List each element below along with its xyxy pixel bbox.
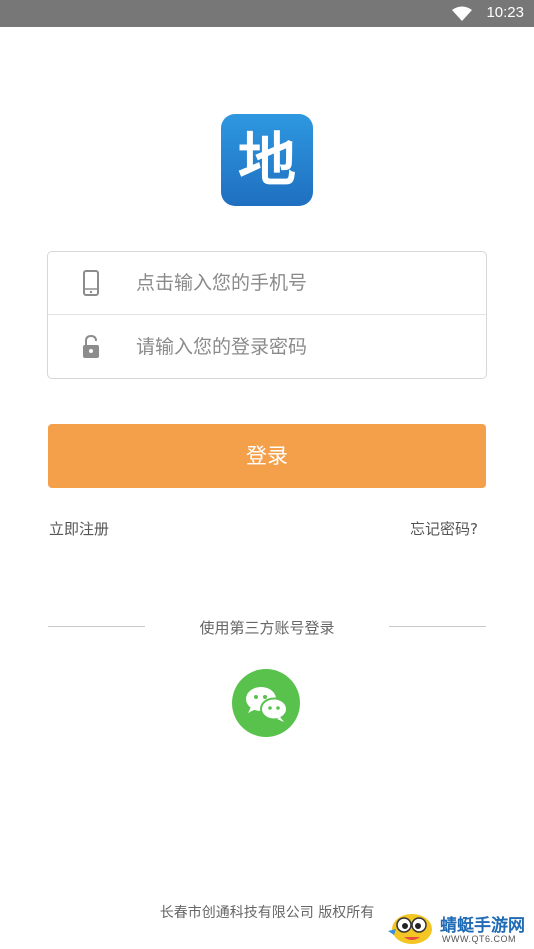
phone-icon — [80, 269, 102, 297]
forgot-password-link[interactable]: 忘记密码? — [410, 518, 478, 539]
phone-input[interactable] — [136, 252, 466, 314]
watermark-text: 蜻蜓手游网 — [440, 916, 525, 936]
dragonfly-mascot-icon — [388, 914, 432, 944]
status-time: 10:23 — [486, 4, 524, 21]
third-party-login-label: 使用第三方账号登录 — [199, 619, 335, 637]
password-row — [48, 316, 486, 379]
wechat-login-button[interactable] — [232, 669, 300, 737]
divider-left — [48, 626, 145, 627]
phone-row — [48, 252, 486, 315]
password-input[interactable] — [136, 316, 466, 378]
login-form — [47, 251, 487, 379]
status-bar: 10:23 — [0, 0, 534, 27]
register-link[interactable]: 立即注册 — [49, 518, 109, 539]
watermark: 蜻蜓手游网 WWW.QT6.COM — [386, 905, 534, 949]
app-logo-icon: 地 — [221, 114, 313, 206]
wifi-icon — [452, 6, 472, 25]
login-button[interactable]: 登录 — [48, 424, 486, 488]
svg-text:地: 地 — [238, 126, 296, 194]
watermark-url: WWW.QT6.COM — [442, 934, 516, 944]
lock-icon — [80, 333, 102, 361]
wechat-icon — [246, 687, 288, 722]
divider-right — [389, 626, 486, 627]
